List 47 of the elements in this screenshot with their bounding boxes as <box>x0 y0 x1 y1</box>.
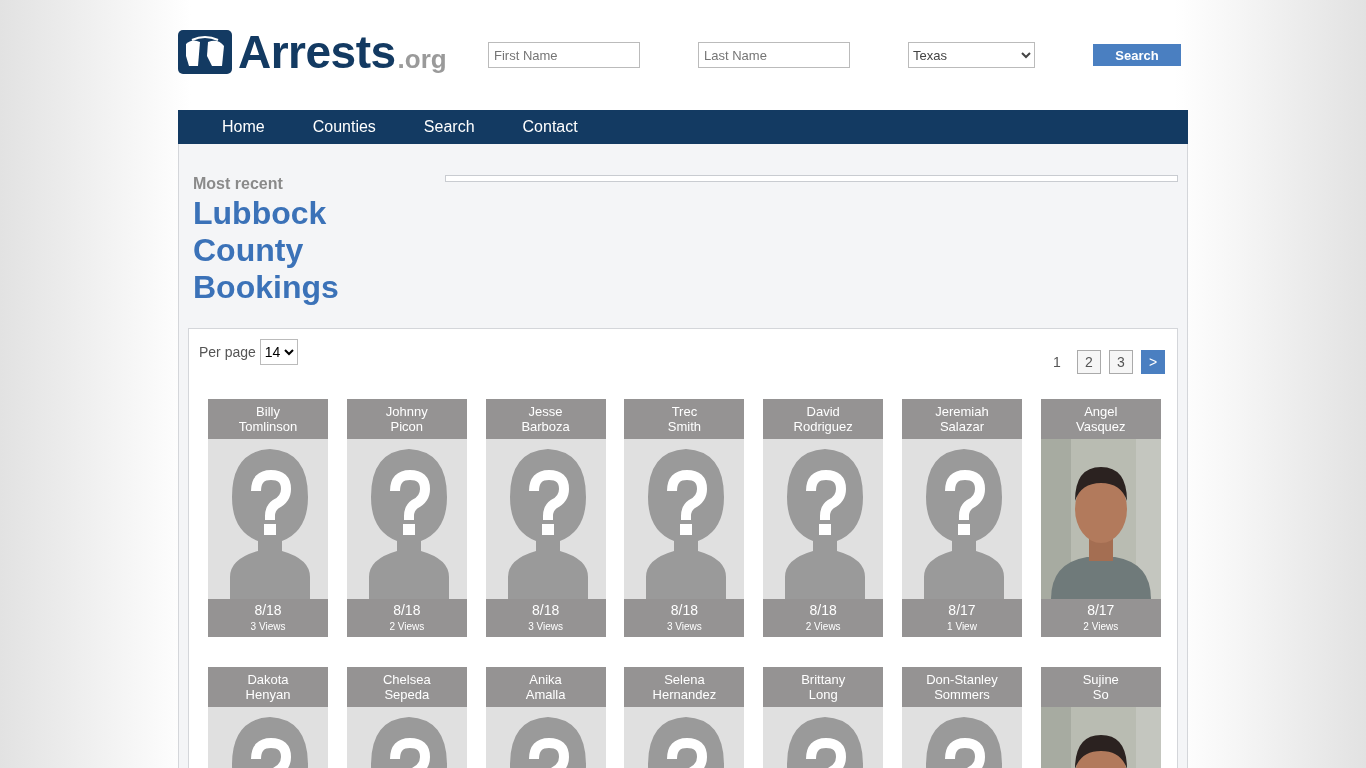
person-name[interactable]: Trec Smith <box>624 399 745 439</box>
view-count: 2 Views <box>1083 621 1119 632</box>
view-count: 3 Views <box>666 621 702 632</box>
person-name[interactable]: Chelsea Sepeda <box>346 667 467 707</box>
booking-date: 8/18 <box>670 602 698 618</box>
page-button[interactable]: 1 <box>1045 350 1069 374</box>
page-title: Lubbock County Bookings <box>193 195 340 306</box>
booking-date: 8/18 <box>531 602 560 618</box>
person-name[interactable]: Jeremiah Salazar <box>902 399 1022 439</box>
person-name[interactable]: Dakota Henyan <box>208 667 328 707</box>
person-name[interactable]: Sujine So <box>1040 667 1161 707</box>
nav-link[interactable]: Contact <box>522 118 578 136</box>
view-count: 2 Views <box>805 621 841 632</box>
nav-link[interactable]: Counties <box>312 118 376 136</box>
person-name[interactable]: Angel Vasquez <box>1040 399 1161 439</box>
view-count: 2 Views <box>389 621 425 632</box>
view-count: 3 Views <box>528 621 563 632</box>
booking-date: 8/17 <box>948 602 976 618</box>
section-eyebrow: Most recent <box>193 175 284 193</box>
per-page-label: Per page <box>199 344 256 360</box>
booking-date: 8/18 <box>254 602 282 618</box>
view-count: 1 View <box>947 621 977 632</box>
logo-suffix: .org <box>397 44 447 75</box>
page-button[interactable]: 3 <box>1109 350 1133 374</box>
page-button[interactable]: 2 <box>1077 350 1101 374</box>
booking-date: 8/18 <box>393 602 421 618</box>
person-name[interactable]: David Rodriguez <box>763 399 884 439</box>
next-page-button[interactable]: > <box>1141 350 1165 374</box>
person-name[interactable]: Anika Amalla <box>485 667 606 707</box>
per-page-dropdown[interactable]: 14 <box>259 339 298 365</box>
person-name[interactable]: Jesse Barboza <box>485 399 606 439</box>
booking-date: 8/18 <box>809 602 837 618</box>
booking-date: 8/17 <box>1087 602 1115 618</box>
view-count: 3 Views <box>250 621 286 632</box>
state-dropdown[interactable]: Texas <box>908 42 1035 68</box>
first-name-field[interactable]: First Name <box>488 42 640 68</box>
person-name[interactable]: Billy Tomlinson <box>208 399 328 439</box>
last-name-field[interactable]: Last Name <box>698 42 850 68</box>
person-name[interactable]: Johnny Picon <box>346 399 467 439</box>
person-name[interactable]: Don-Stanley Sommers <box>902 667 1022 707</box>
nav-link[interactable]: Home <box>222 118 265 136</box>
person-name[interactable]: Selena Hernandez <box>624 667 745 707</box>
person-name[interactable]: Brittany Long <box>763 667 884 707</box>
search-button[interactable]: Search <box>1093 44 1181 66</box>
logo-text: Arrests <box>238 25 396 79</box>
nav-link[interactable]: Search <box>423 118 475 136</box>
handcuffed-hands-icon <box>178 30 232 74</box>
